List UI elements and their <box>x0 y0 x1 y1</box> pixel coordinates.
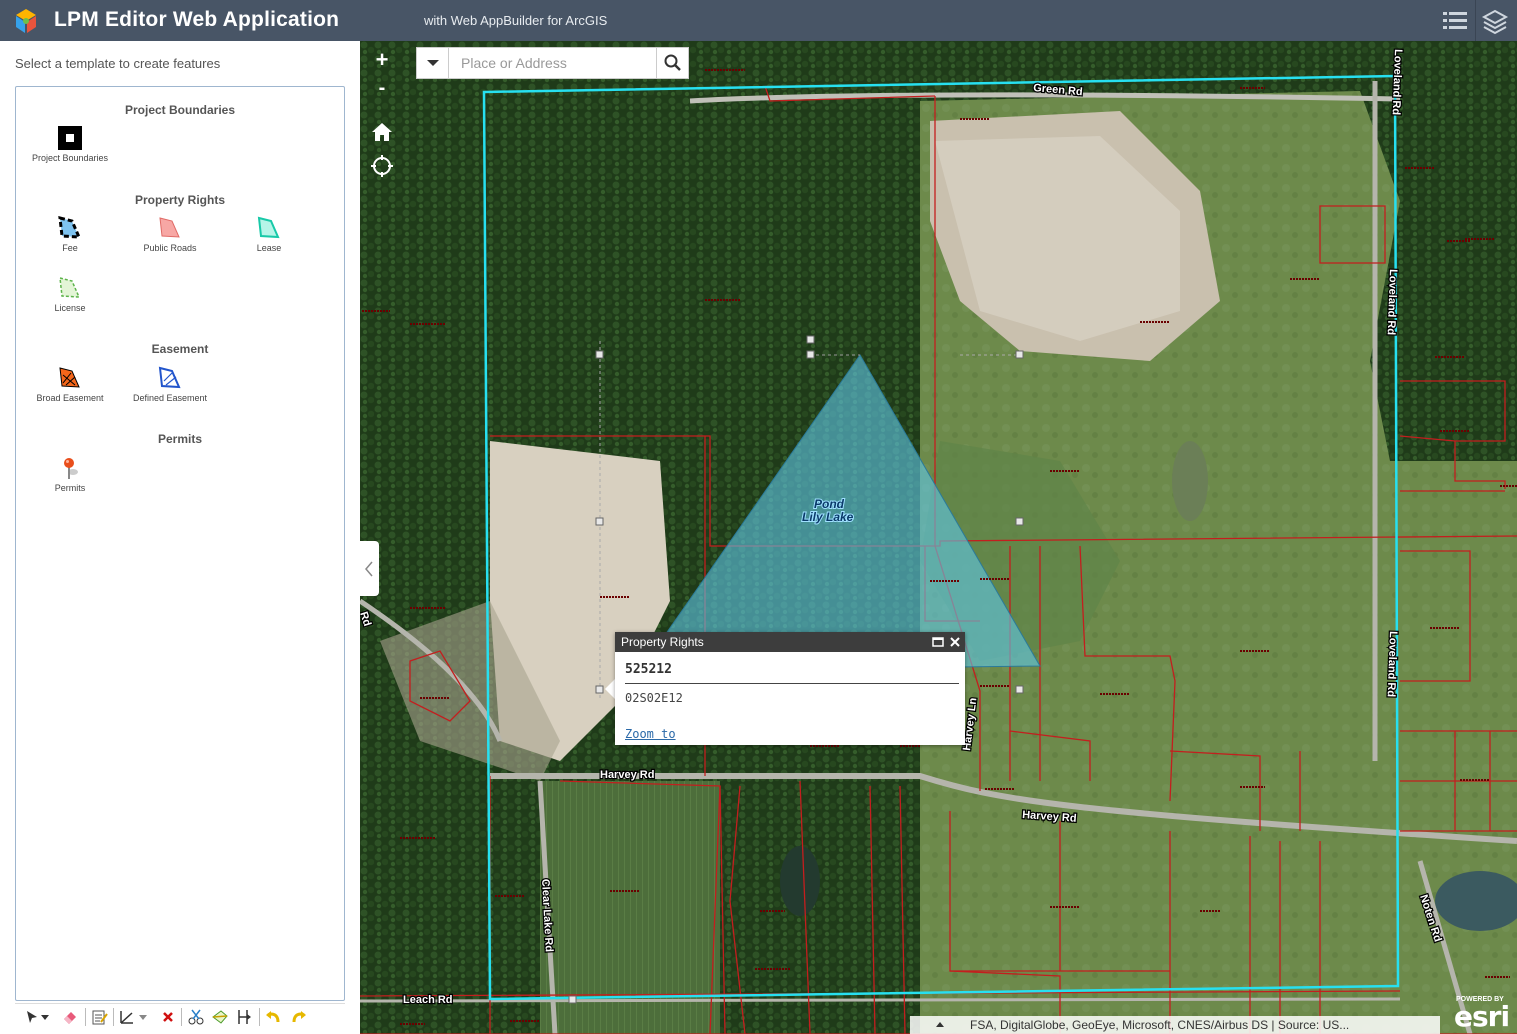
popup-pointer <box>605 679 615 699</box>
map-view[interactable]: Green Rd Harvey Rd Harvey Rd Harvey Ln C… <box>360 41 1517 1034</box>
close-icon[interactable] <box>948 635 962 649</box>
panel-collapse-button[interactable] <box>360 541 379 596</box>
fee-symbol-icon <box>58 216 82 239</box>
template-label: Project Boundaries <box>31 153 109 163</box>
template-label: Lease <box>256 243 282 253</box>
license-symbol-icon <box>59 277 81 298</box>
water-label: Pond <box>814 497 845 511</box>
search-button[interactable] <box>656 48 688 78</box>
app-title: LPM Editor Web Application <box>54 8 340 31</box>
map-canvas[interactable]: Green Rd Harvey Rd Harvey Rd Harvey Ln C… <box>360 41 1517 1034</box>
public-roads-symbol-icon <box>159 217 180 238</box>
road-label: Loveland Rd <box>1385 269 1399 335</box>
app-subtitle: with Web AppBuilder for ArcGIS <box>424 13 608 28</box>
template-broad-easement[interactable]: Broad Easement <box>20 365 120 403</box>
home-icon <box>372 123 392 141</box>
attribution-text: FSA, DigitalGlobe, GeoEye, Microsoft, CN… <box>970 1018 1350 1032</box>
lease-symbol-icon <box>257 216 280 239</box>
my-location-button[interactable] <box>369 153 395 179</box>
locate-icon <box>373 157 391 175</box>
road-label: Loveland Rd <box>1390 49 1404 115</box>
defined-easement-symbol-icon <box>158 366 181 389</box>
broad-easement-symbol-icon <box>59 367 80 388</box>
app-logo-icon <box>16 9 36 33</box>
header-divider <box>1475 0 1476 41</box>
search-input[interactable] <box>451 48 656 78</box>
template-hint: Select a template to create features <box>15 56 221 71</box>
zoom-in-button[interactable]: + <box>368 47 396 75</box>
template-panel: Select a template to create features Pro… <box>0 41 360 1034</box>
chevron-down-icon[interactable] <box>39 1008 51 1026</box>
road-label: Leach Rd <box>403 994 453 1006</box>
group-title-project-boundaries: Project Boundaries <box>124 103 236 117</box>
template-license[interactable]: License <box>20 275 120 313</box>
maximize-icon[interactable] <box>931 635 945 649</box>
redo-icon[interactable] <box>290 1008 308 1026</box>
eraser-icon[interactable] <box>61 1008 79 1026</box>
edit-attributes-icon[interactable] <box>91 1008 109 1026</box>
water-label: Lily Lake <box>802 510 854 524</box>
toolbar-divider <box>85 1008 86 1026</box>
popup-title: 525212 <box>625 662 672 677</box>
template-label: License <box>54 303 86 313</box>
template-label: Permits <box>54 483 86 493</box>
template-label: Public Roads <box>143 243 197 253</box>
chevron-down-icon <box>427 60 439 66</box>
toolbar-divider <box>181 1008 182 1026</box>
zoom-to-link[interactable]: Zoom to <box>625 727 676 741</box>
toolbar-divider <box>113 1008 114 1026</box>
pond-imagery <box>780 846 820 916</box>
popup-header: Property Rights <box>615 632 965 652</box>
measure-angle-icon[interactable] <box>118 1008 136 1026</box>
template-picker: Project Boundaries Project Boundaries Pr… <box>15 86 345 1001</box>
delete-icon[interactable] <box>159 1008 177 1026</box>
property-rights-popup: Property Rights 525212 02S02E12 Zoom to <box>615 632 965 745</box>
esri-logo[interactable]: esri <box>1454 1000 1510 1033</box>
template-fee[interactable]: Fee <box>20 215 120 253</box>
search-source-dropdown[interactable] <box>417 48 449 78</box>
template-lease[interactable]: Lease <box>219 215 319 253</box>
cut-icon[interactable] <box>187 1008 205 1026</box>
search-widget <box>416 47 689 79</box>
popup-divider <box>625 683 959 684</box>
chevron-up-icon[interactable] <box>910 1016 970 1034</box>
template-label: Broad Easement <box>36 393 104 403</box>
road-label: Harvey Rd <box>600 769 654 781</box>
chevron-down-icon[interactable] <box>137 1008 149 1026</box>
search-icon <box>664 54 681 71</box>
permit-pin-icon <box>64 458 78 479</box>
template-defined-easement[interactable]: Defined Easement <box>120 365 220 403</box>
group-title-property-rights: Property Rights <box>134 193 225 207</box>
popup-value: 02S02E12 <box>625 691 683 705</box>
attribute-table-icon[interactable] <box>1441 7 1469 35</box>
reshape-icon[interactable] <box>211 1008 229 1026</box>
group-title-permits: Permits <box>157 432 203 446</box>
template-permits[interactable]: Permits <box>20 455 120 493</box>
merge-icon[interactable] <box>235 1008 253 1026</box>
road-label: Loveland Rd <box>1385 631 1399 697</box>
template-project-boundaries[interactable]: Project Boundaries <box>20 125 120 163</box>
undo-icon[interactable] <box>264 1008 282 1026</box>
edit-toolbar <box>15 1003 345 1029</box>
app-header: LPM Editor Web Application with Web AppB… <box>0 0 1517 41</box>
template-label: Fee <box>62 243 78 253</box>
chevron-left-icon <box>365 561 373 577</box>
template-public-roads[interactable]: Public Roads <box>120 215 220 253</box>
toolbar-divider <box>259 1008 260 1026</box>
layers-icon[interactable] <box>1481 7 1509 35</box>
map-attribution: FSA, DigitalGlobe, GeoEye, Microsoft, CN… <box>910 1016 1440 1034</box>
home-button[interactable] <box>369 119 395 145</box>
template-label: Defined Easement <box>132 393 208 403</box>
group-title-easement: Easement <box>151 342 209 356</box>
project-boundary-symbol-icon <box>58 126 82 150</box>
zoom-out-button[interactable]: - <box>368 75 396 103</box>
pond-imagery <box>1172 441 1208 521</box>
